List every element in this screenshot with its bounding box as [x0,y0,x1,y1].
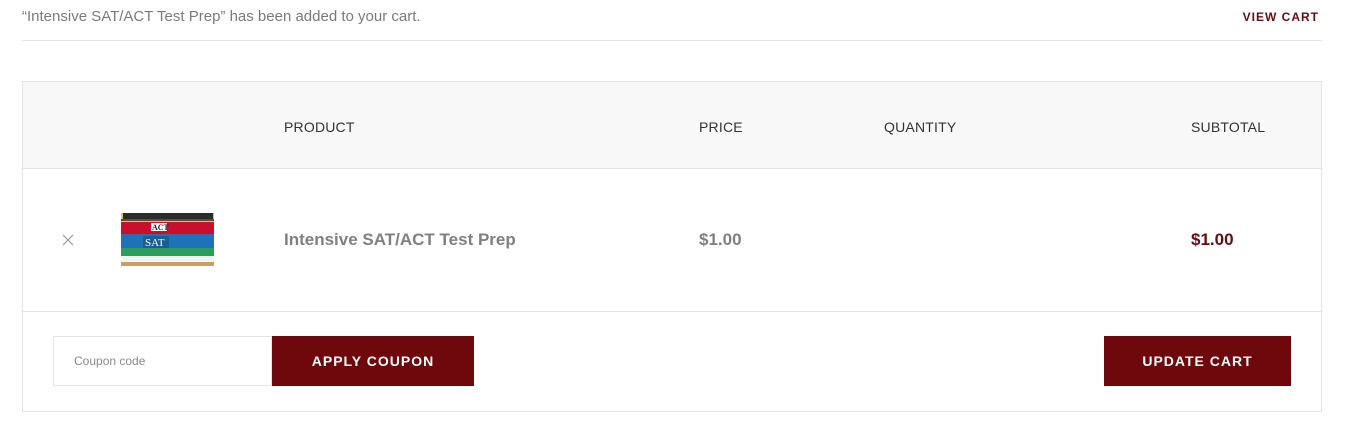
notice-message: “Intensive SAT/ACT Test Prep” has been a… [22,8,421,25]
product-name-link[interactable]: Intensive SAT/ACT Test Prep [284,230,516,250]
product-price: $1.00 [699,230,742,249]
column-header-product: PRODUCT [284,119,355,135]
update-cart-button[interactable]: UPDATE CART [1104,336,1291,386]
cart-table: PRODUCT PRICE QUANTITY SUBTOTAL ACT SAT … [22,81,1322,412]
close-icon[interactable] [61,233,75,247]
product-subtotal: $1.00 [1191,230,1234,249]
cart-added-notice: “Intensive SAT/ACT Test Prep” has been a… [22,0,1322,41]
thumbnail-act-label: ACT [152,223,170,232]
apply-coupon-button[interactable]: APPLY COUPON [272,336,474,386]
column-header-subtotal: SUBTOTAL [1191,119,1266,135]
column-header-price: PRICE [699,119,743,135]
view-cart-link[interactable]: VIEW CART [1243,10,1319,24]
thumbnail-sat-label: SAT [145,237,165,249]
table-header: PRODUCT PRICE QUANTITY SUBTOTAL [23,82,1321,169]
column-header-quantity: QUANTITY [884,119,957,135]
product-thumbnail[interactable]: ACT SAT [121,213,214,266]
cart-actions: APPLY COUPON UPDATE CART [23,312,1321,411]
table-row: ACT SAT Intensive SAT/ACT Test Prep $1.0… [23,169,1321,312]
coupon-code-input[interactable] [53,336,272,386]
